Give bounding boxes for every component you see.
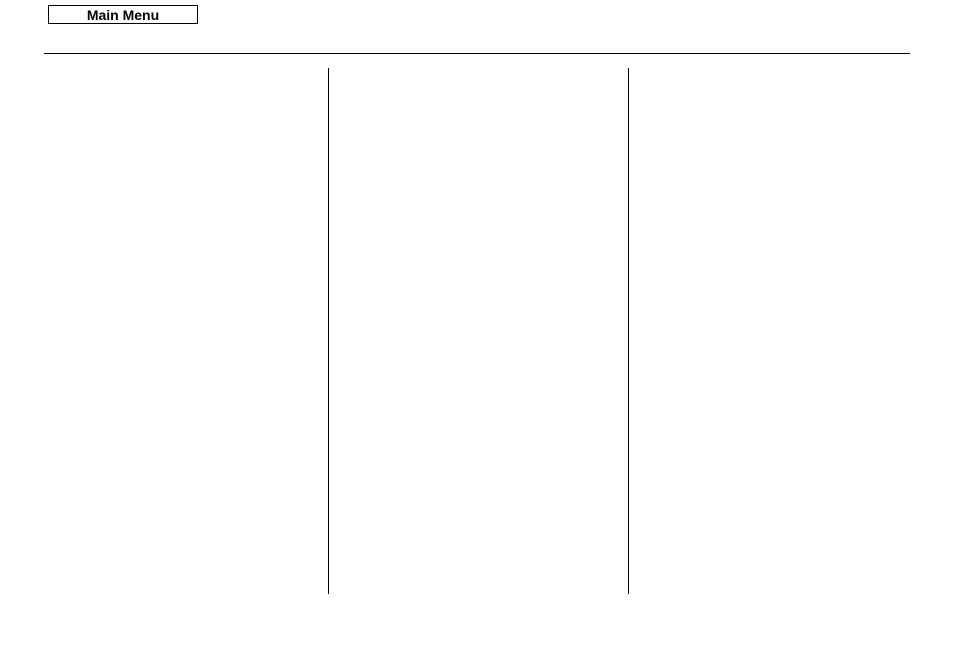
column-right (629, 68, 910, 594)
column-left (44, 68, 328, 594)
horizontal-divider (44, 53, 910, 54)
column-middle (329, 68, 628, 594)
main-menu-button[interactable]: Main Menu (48, 5, 198, 24)
